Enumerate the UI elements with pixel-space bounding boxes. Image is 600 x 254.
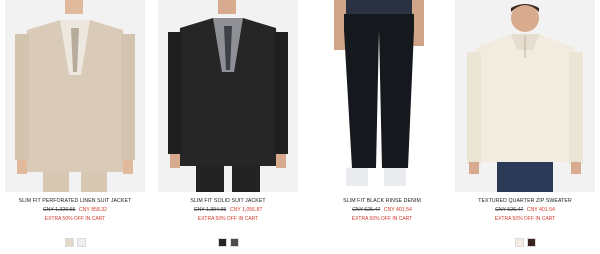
color-swatch-charcoal[interactable]: [229, 238, 239, 247]
product-card: TEXTURED QUARTER ZIP SWEATER CNY 526.47 …: [455, 0, 595, 254]
product-price: CNY 1,320.65 CNY 858.32: [5, 207, 145, 213]
original-price: CNY 1,394.65: [193, 207, 227, 213]
color-swatch-tan[interactable]: [64, 238, 74, 247]
product-name[interactable]: TEXTURED QUARTER ZIP SWEATER: [455, 198, 595, 204]
color-swatches: [158, 238, 298, 248]
linen-jacket-photo: [5, 0, 145, 192]
black-denim-photo: [312, 0, 452, 192]
product-price: CNY 625.47 CNY 401.54: [312, 207, 452, 213]
product-card: SLIM FIT BLACK RINSE DENIM CNY 625.47 CN…: [312, 0, 452, 254]
promo-label: EXTRA 50% OFF IN CART: [494, 216, 556, 222]
product-image[interactable]: [312, 0, 452, 192]
color-swatch-brown[interactable]: [526, 238, 536, 247]
black-jacket-photo: [158, 0, 298, 192]
original-price: CNY 1,320.65: [42, 207, 76, 213]
product-price: CNY 526.47 CNY 401.54: [455, 207, 595, 213]
color-swatches: [5, 238, 145, 248]
original-price: CNY 625.47: [352, 207, 381, 213]
zip-sweater-photo: [455, 0, 595, 192]
product-price: CNY 1,394.65 CNY 1,056.87: [158, 207, 298, 213]
color-swatch-cream[interactable]: [514, 238, 524, 247]
product-name[interactable]: SLIM FIT SOLID SUIT JACKET: [158, 198, 298, 204]
sale-price: CNY 1,056.87: [229, 207, 263, 213]
product-card: SLIM FIT SOLID SUIT JACKET CNY 1,394.65 …: [158, 0, 298, 254]
promo-label: EXTRA 50% OFF IN CART: [44, 216, 106, 222]
sale-price: CNY 401.54: [383, 207, 412, 213]
product-image[interactable]: [5, 0, 145, 192]
product-grid: SLIM FIT PERFORATED LINEN SUIT JACKET CN…: [0, 0, 600, 254]
product-image[interactable]: [455, 0, 595, 192]
sale-price: CNY 858.32: [78, 207, 108, 213]
color-swatch-black[interactable]: [217, 238, 227, 247]
promo-label: EXTRA 50% OFF IN CART: [197, 216, 259, 222]
color-swatch-white[interactable]: [76, 238, 86, 247]
original-price: CNY 526.47: [495, 207, 524, 213]
promo-label: EXTRA 50% OFF IN CART: [351, 216, 413, 222]
product-name[interactable]: SLIM FIT PERFORATED LINEN SUIT JACKET: [5, 198, 145, 204]
product-card: SLIM FIT PERFORATED LINEN SUIT JACKET CN…: [5, 0, 145, 254]
product-name[interactable]: SLIM FIT BLACK RINSE DENIM: [312, 198, 452, 204]
product-image[interactable]: [158, 0, 298, 192]
color-swatches: [455, 238, 595, 248]
sale-price: CNY 401.54: [526, 207, 555, 213]
